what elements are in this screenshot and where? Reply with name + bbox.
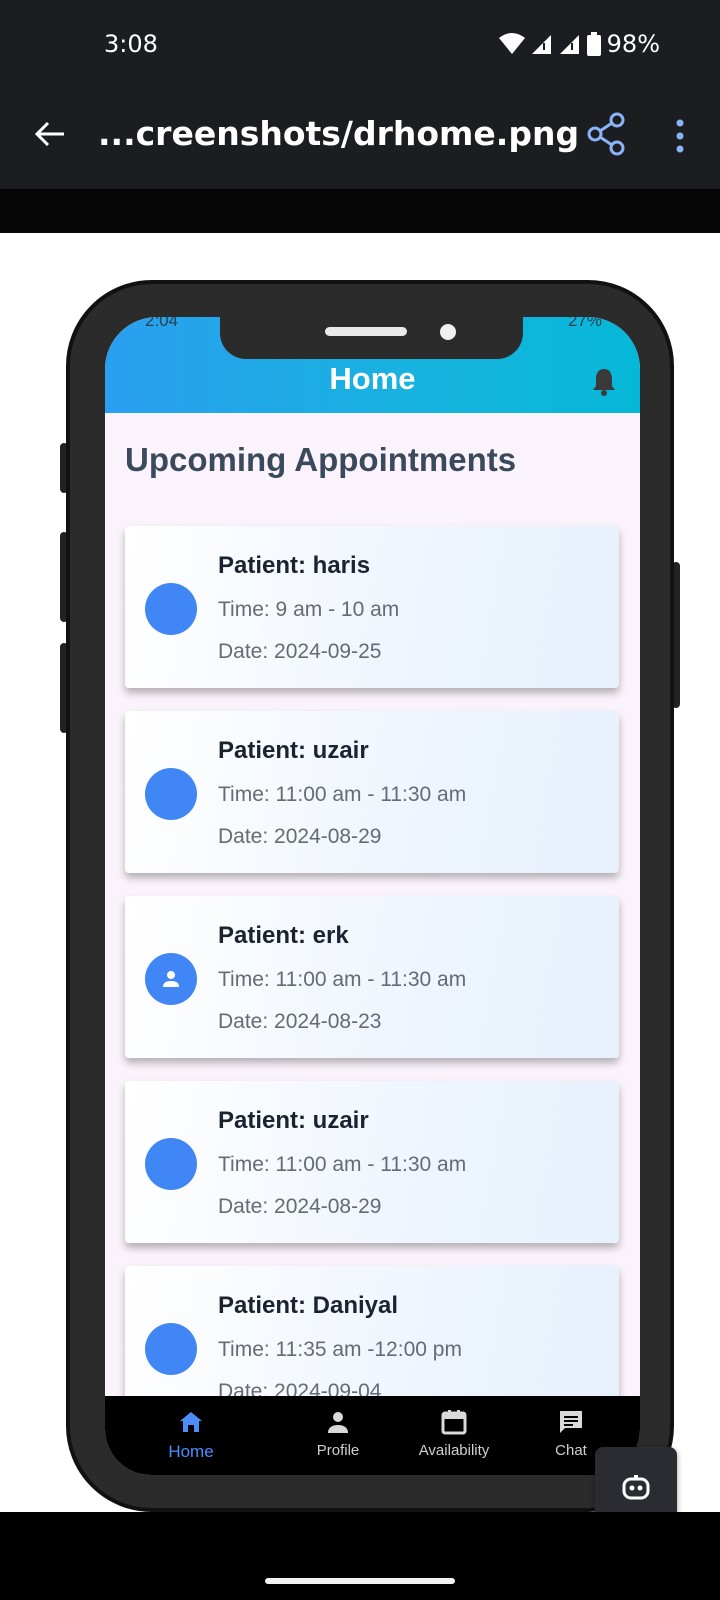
appointment-time: Time: 11:35 am -12:00 pm (218, 1338, 462, 1361)
patient-name: Patient: haris (218, 552, 371, 579)
assistant-icon (622, 1475, 650, 1500)
wifi-icon (498, 33, 525, 54)
patient-name: Patient: uzair (218, 1107, 369, 1134)
calendar-icon (441, 1410, 467, 1435)
system-indicators: 98% (498, 30, 660, 58)
appointment-date: Date: 2024-08-29 (218, 825, 382, 848)
system-status-bar: 3:08 98% (0, 0, 720, 92)
patient-avatar (145, 1138, 197, 1190)
patient-avatar (145, 1323, 197, 1375)
phone-notch (220, 317, 523, 359)
app-header: 2:04 27% Home (105, 317, 640, 413)
system-navigation-bar (0, 1512, 720, 1600)
patient-avatar (145, 768, 197, 820)
patient-name: Patient: Daniyal (218, 1292, 399, 1319)
appointment-date: Date: 2024-08-23 (218, 1010, 382, 1033)
notification-bell-icon[interactable] (590, 367, 618, 397)
speaker-grill (325, 327, 407, 336)
viewer-app-bar: ...creenshots/drhome.png (0, 92, 720, 189)
chat-icon (560, 1411, 582, 1433)
home-icon (180, 1412, 202, 1432)
nav-profile-label: Profile (316, 1442, 360, 1459)
nav-home-label: Home (168, 1442, 214, 1461)
nav-home[interactable]: Home (131, 1396, 251, 1475)
share-icon[interactable] (586, 112, 626, 156)
viewer-title: ...creenshots/drhome.png (98, 114, 580, 153)
appointment-card[interactable]: Patient: haris Time: 9 am - 10 am Date: … (125, 526, 619, 688)
patient-avatar (145, 953, 197, 1005)
nav-profile[interactable]: Profile (278, 1396, 398, 1475)
appointment-date: Date: 2024-08-29 (218, 1195, 382, 1218)
appointment-time: Time: 11:00 am - 11:30 am (218, 968, 467, 991)
patient-avatar (145, 583, 197, 635)
page-title: Home (329, 361, 416, 396)
patient-name: Patient: erk (218, 922, 349, 949)
front-camera (440, 324, 456, 340)
appointment-card[interactable]: Patient: uzair Time: 11:00 am - 11:30 am… (125, 1081, 619, 1243)
section-title: Upcoming Appointments (125, 441, 517, 478)
phone-screen: 2:04 27% Home Upcoming Appointments Pati… (105, 317, 640, 1475)
appointment-card[interactable]: Patient: uzair Time: 11:00 am - 11:30 am… (125, 711, 619, 873)
nav-availability-label: Availability (418, 1442, 490, 1459)
inner-status-time: 2:04 (145, 317, 179, 330)
person-icon (328, 1412, 348, 1433)
battery-icon (586, 32, 601, 56)
appointment-time: Time: 11:00 am - 11:30 am (218, 783, 467, 806)
nav-availability[interactable]: Availability (394, 1396, 514, 1475)
appointment-time: Time: 9 am - 10 am (218, 598, 400, 621)
patient-name: Patient: uzair (218, 737, 369, 764)
signal-2-icon (559, 35, 579, 54)
appointment-time: Time: 11:00 am - 11:30 am (218, 1153, 467, 1176)
appointment-date: Date: 2024-09-25 (218, 640, 382, 663)
battery-percent: 98% (606, 30, 660, 58)
viewer-divider (0, 189, 720, 233)
signal-icon (531, 35, 551, 54)
back-arrow-icon[interactable] (30, 114, 70, 154)
inner-status-battery: 27% (567, 317, 602, 330)
appointment-list: Patient: haris Time: 9 am - 10 am Date: … (125, 526, 619, 1451)
bottom-navigation: Home Profile Availability Chat (105, 1396, 640, 1475)
more-options-icon[interactable] (664, 116, 696, 156)
home-gesture-handle[interactable] (265, 1578, 455, 1584)
appointment-card[interactable]: Patient: erk Time: 11:00 am - 11:30 am D… (125, 896, 619, 1058)
status-time: 3:08 (104, 30, 158, 58)
person-icon (163, 971, 179, 987)
